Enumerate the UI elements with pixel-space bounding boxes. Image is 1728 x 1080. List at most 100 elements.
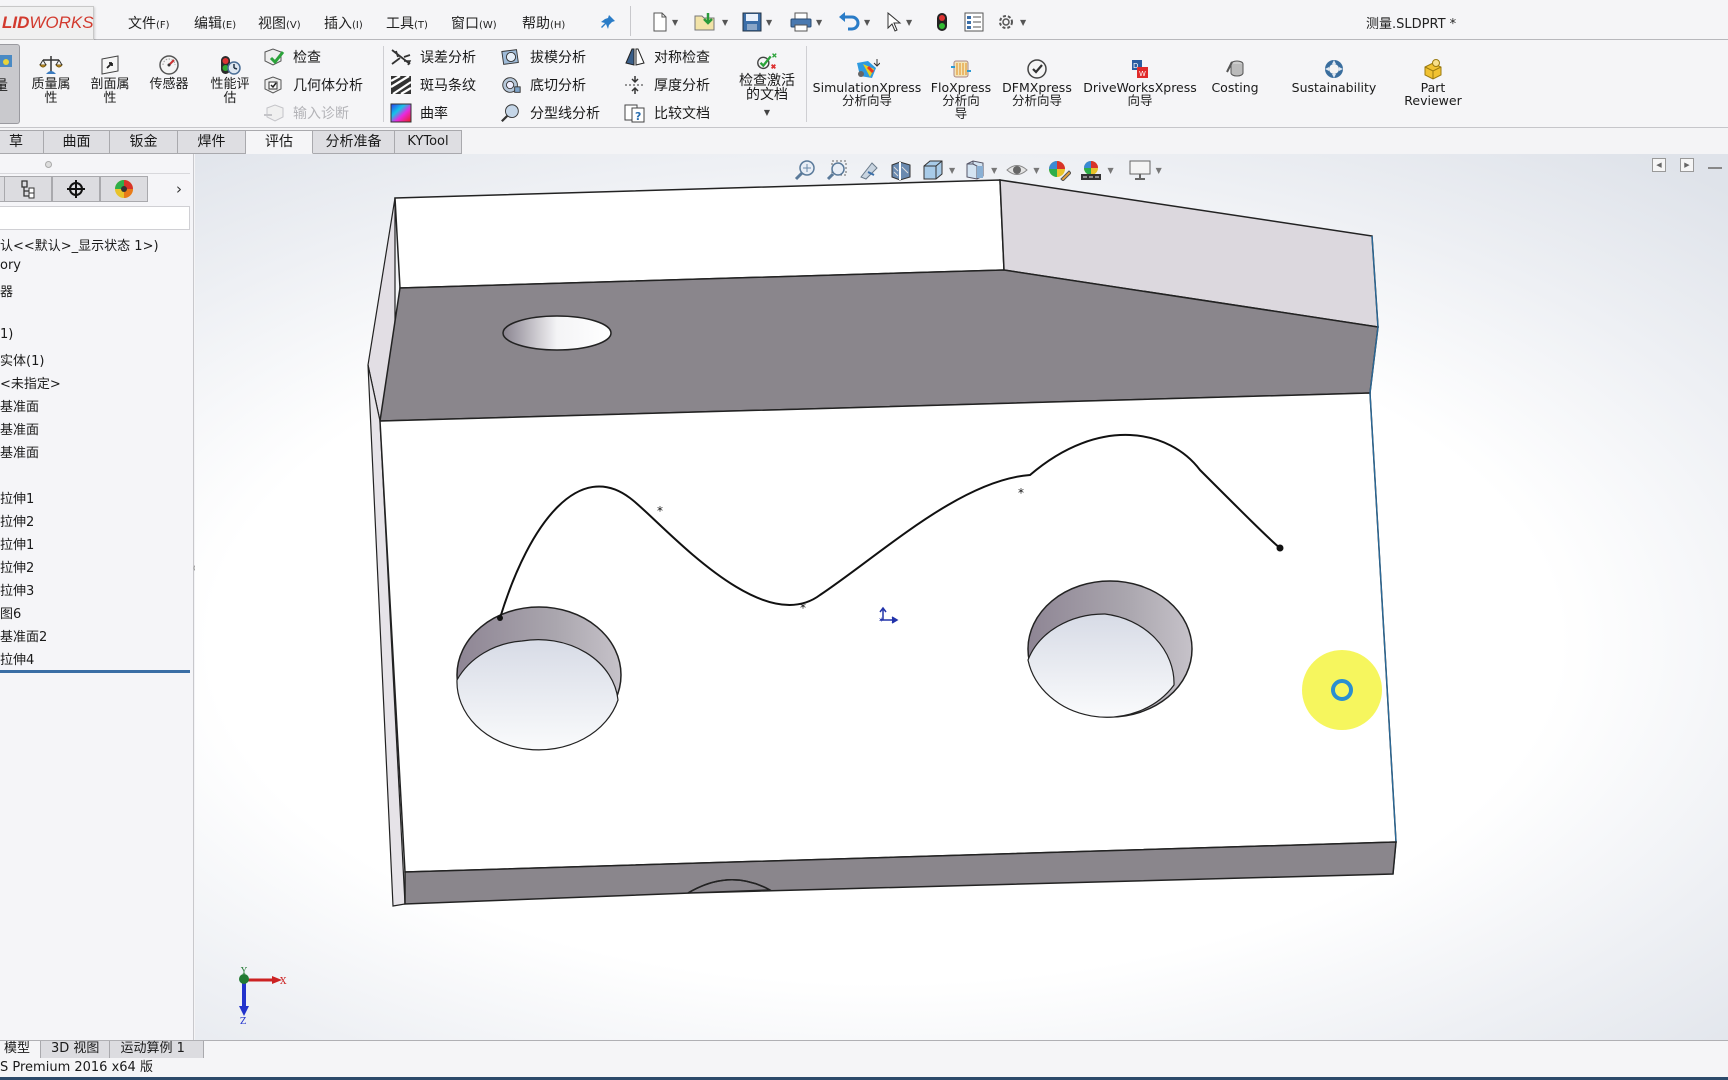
save-button[interactable]: ▼ [742,12,772,32]
floxpress-button[interactable]: FloXpress 分析向 导 [928,58,994,120]
solidworks-logo[interactable]: LIDWORKS [0,6,94,40]
tab-kytool[interactable]: KYTool [395,130,462,154]
feature-tree-filter-input[interactable] [0,206,190,230]
open-button[interactable]: ▼ [694,12,728,32]
part-reviewer-button[interactable]: Part Reviewer [1398,58,1468,107]
separator [806,46,807,122]
pin-icon[interactable] [600,12,616,32]
check-active-document-button[interactable]: 检查激活 的文档 ▼ [732,40,802,128]
tree-item-right-plane[interactable]: 基准面 [0,442,39,461]
spline-point-2: * [800,601,806,615]
tree-item-plane-2[interactable]: 基准面2 [0,626,47,645]
menu-window[interactable]: 窗口(W) [451,13,497,33]
tree-item-cut-extrude-2[interactable]: 拉伸2 [0,557,34,576]
mass-properties-button[interactable]: 质量属 性 [24,40,78,128]
menu-edit[interactable]: 编辑(E) [194,13,236,33]
thickness-analysis-button[interactable]: 厚度分析 [624,74,710,96]
costing-button[interactable]: Costing [1206,58,1264,94]
print-button[interactable]: ▼ [790,12,822,32]
geometry-analysis-button[interactable]: 几何体分析 [263,74,363,96]
select-button[interactable]: ▼ [886,12,912,32]
check-active-document-label: 检查激活 的文档 [739,73,795,103]
tab-sketch[interactable]: 草图 [0,130,44,172]
tree-item-extrude-4[interactable]: 拉伸4 [0,649,34,668]
tab-weldments[interactable]: 焊件 [178,130,246,154]
tree-item-extrude-2[interactable]: 拉伸2 [0,511,34,530]
tree-item-material[interactable]: <未指定> [0,373,61,392]
menu-view[interactable]: 视图(V) [258,13,301,33]
graphics-viewport[interactable]: ▼ ▼ ▼ ▼ ▼ ◀ ▶ * * * * Y X Z [195,154,1728,1040]
simulationxpress-button[interactable]: SimulationXpress 分析向导 [812,58,922,107]
chevron-down-icon: ▼ [763,108,771,117]
compare-documents-button[interactable]: ? 比较文档 [624,102,710,124]
tree-item-solid-bodies[interactable]: 实体(1) [0,350,44,369]
tree-item-sketch-6[interactable]: 图6 [0,603,21,622]
measure-label: 量 [0,78,8,94]
simulationxpress-icon [854,58,880,80]
dfmxpress-button[interactable]: DFMXpress 分析向导 [1000,58,1074,107]
sustainability-button[interactable]: Sustainability [1284,58,1384,94]
tree-item-front-plane[interactable]: 基准面 [0,396,39,415]
zebra-stripes-button[interactable]: 斑马条纹 [390,74,476,96]
tree-item-sensors[interactable]: 器 [0,281,13,300]
tab-sheet-metal[interactable]: 钣金 [110,130,178,154]
tree-item-configuration[interactable]: 认<<默认>_显示状态 1>) [0,235,159,254]
tab-analysis-preparation[interactable]: 分析准备 [313,130,395,154]
document-title: 测量.SLDPRT * [1366,17,1457,32]
tree-item-extrude-1[interactable]: 拉伸1 [0,488,34,507]
tree-item-solid-bodies-folder[interactable]: 1) [0,327,13,342]
tree-item-history[interactable]: ory [0,258,21,273]
tab-3d-views[interactable]: 3D 视图 [41,1041,111,1058]
spline-end-point [1276,544,1284,552]
display-manager-tab[interactable] [100,176,148,202]
right-hole [1027,580,1193,718]
rebuild-button[interactable] [936,12,948,32]
check-button[interactable]: 检查 [263,46,321,68]
symmetry-check-icon [624,47,646,67]
cursor-highlight-icon [1302,650,1382,730]
panel-drag-handle[interactable] [0,154,190,174]
deviation-analysis-button[interactable]: 误差分析 [390,46,476,68]
thickness-analysis-icon [624,75,646,95]
draft-analysis-icon [500,47,522,67]
file-properties-button[interactable] [964,12,984,32]
rollback-bar[interactable] [0,670,190,673]
performance-evaluation-button[interactable]: 性能评 估 [203,40,257,128]
tree-item-top-plane[interactable]: 基准面 [0,419,39,438]
menu-tools[interactable]: 工具(T) [386,13,428,33]
status-bar: S Premium 2016 x64 版 [0,1058,1728,1080]
spline-point-3: * [1018,486,1024,500]
menu-insert[interactable]: 插入(I) [324,13,363,33]
curvature-icon [390,103,412,123]
driveworksxpress-button[interactable]: DW DriveWorksXpress 向导 [1080,58,1200,107]
tab-evaluate[interactable]: 评估 [246,130,313,154]
draft-analysis-button[interactable]: 拔模分析 [500,46,586,68]
undo-button[interactable]: ▼ [838,12,870,32]
tab-motion-study-1[interactable]: 运动算例 1 [110,1041,204,1058]
section-properties-button[interactable]: 剖面属 性 [83,40,137,128]
tree-item-cut-extrude-3[interactable]: 拉伸3 [0,580,34,599]
import-diagnostics-button[interactable]: 输入诊断 [263,102,349,124]
tab-surfaces[interactable]: 曲面 [44,130,110,154]
panel-tabs-more-chevron-icon[interactable]: › [176,180,182,198]
measure-button[interactable]: 量 [0,44,20,124]
configuration-manager-tab[interactable] [4,176,52,202]
dimxpert-tab[interactable] [52,176,100,202]
new-document-button[interactable]: ▼ [652,12,678,32]
curvature-button[interactable]: 曲率 [390,102,448,124]
sensor-button[interactable]: 传感器 [142,40,196,128]
floxpress-icon [949,58,973,80]
parting-line-analysis-button[interactable]: 分型线分析 [500,102,600,124]
undercut-analysis-button[interactable]: 底切分析 [500,74,586,96]
dfmxpress-icon [1025,58,1049,80]
menu-help[interactable]: 帮助(H) [522,13,565,33]
menu-file[interactable]: 文件(F) [128,13,170,33]
part-model[interactable]: * * * * Y X Z [195,154,1728,1040]
section-properties-label: 剖面属 性 [90,77,130,106]
options-button[interactable]: ▼ [996,12,1026,32]
tab-model[interactable]: 模型 [0,1041,42,1058]
tree-item-cut-extrude-1[interactable]: 拉伸1 [0,534,34,553]
symmetry-check-button[interactable]: 对称检查 [624,46,710,68]
separator [383,46,384,122]
sustainability-icon [1323,58,1345,80]
